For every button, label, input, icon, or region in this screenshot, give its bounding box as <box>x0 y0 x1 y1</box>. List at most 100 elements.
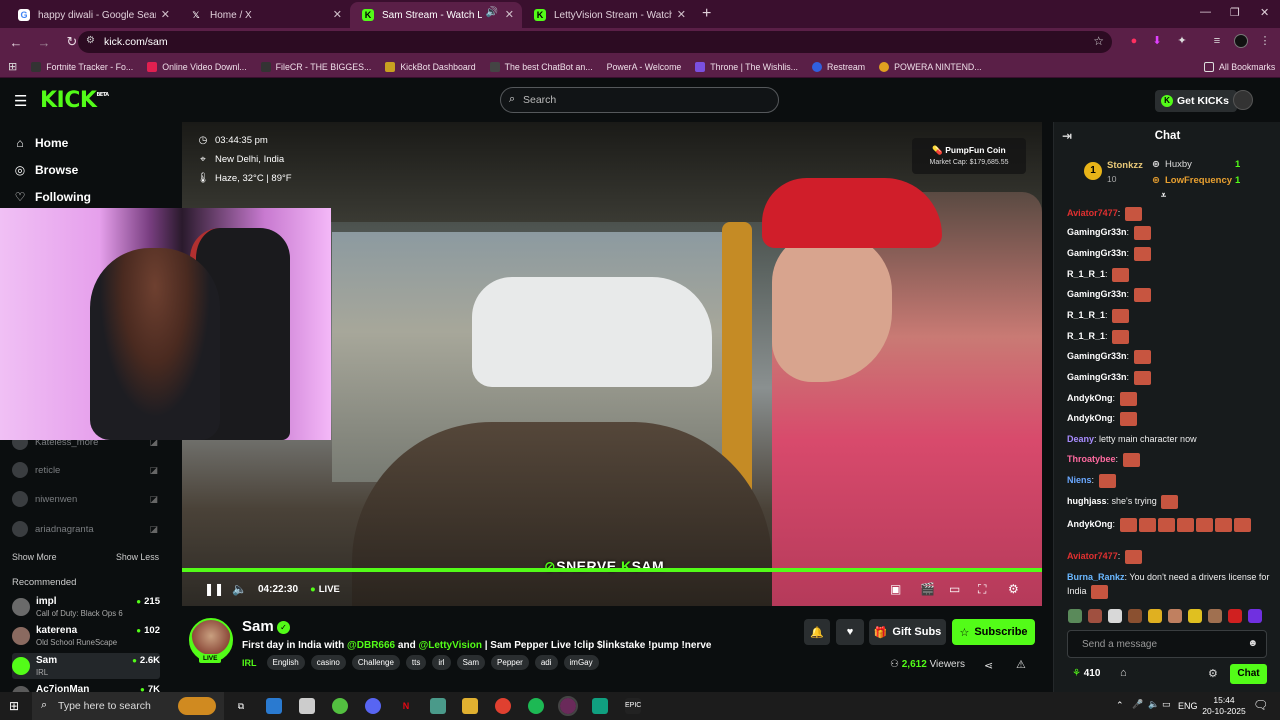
windows-start-icon[interactable]: ⊞ <box>9 699 19 713</box>
chat-emote[interactable] <box>1091 584 1109 599</box>
chrome-profile-icon[interactable] <box>558 696 578 716</box>
chat-username[interactable]: GamingGr33n <box>1067 351 1127 361</box>
chat-emote[interactable] <box>1133 246 1151 261</box>
emote-button[interactable] <box>1228 609 1242 623</box>
live-indicator[interactable]: ● LIVE <box>310 584 340 595</box>
chat-settings-icon[interactable]: ⚙ <box>1208 667 1218 680</box>
emote-button[interactable] <box>1128 609 1142 623</box>
chat-username[interactable]: GamingGr33n <box>1067 248 1127 258</box>
discord-icon[interactable] <box>365 698 381 714</box>
speaker-icon[interactable]: 🔈 <box>1148 699 1159 710</box>
emote-button[interactable] <box>1068 609 1082 623</box>
bookmark-item[interactable]: Online Video Downl... <box>147 61 247 72</box>
forward-icon[interactable]: → <box>32 35 56 50</box>
emoji-icon[interactable]: ☻ <box>1247 638 1258 649</box>
follow-heart-button[interactable]: ♥ <box>836 619 864 645</box>
profile-icon[interactable] <box>1234 34 1248 48</box>
search-input[interactable]: ⌕ Search <box>500 87 779 113</box>
chat-username[interactable]: Niens <box>1067 475 1092 485</box>
task-view-icon[interactable]: ⧉ <box>233 698 249 714</box>
close-tab-icon[interactable]: ✕ <box>505 8 514 21</box>
following-channel[interactable]: niwenwen ◪ <box>12 489 162 509</box>
app-icon[interactable] <box>430 698 446 714</box>
close-window-icon[interactable]: ✕ <box>1260 6 1269 19</box>
following-channel[interactable]: reticle ◪ <box>12 460 162 480</box>
tag-chip[interactable]: Challenge <box>351 655 400 670</box>
bookmark-star-icon[interactable]: ☆ <box>1093 34 1104 48</box>
restore-icon[interactable]: ❐ <box>1230 6 1240 19</box>
kebab-menu-icon[interactable]: ⋮ <box>1258 34 1272 48</box>
chat-emote[interactable] <box>1176 517 1194 532</box>
show-less-button[interactable]: Show Less <box>116 552 159 562</box>
chevron-up-icon[interactable]: ⌃ <box>1116 700 1124 711</box>
show-more-button[interactable]: Show More <box>12 552 57 562</box>
fullscreen-icon[interactable]: ⛶ <box>978 582 986 597</box>
chat-username[interactable]: Deany <box>1067 434 1094 444</box>
emote-button[interactable] <box>1148 609 1162 623</box>
leader-name[interactable]: LowFrequency <box>1165 175 1232 186</box>
chat-username[interactable]: GamingGr33n <box>1067 227 1127 237</box>
bookmark-item[interactable]: Fortnite Tracker - Fo... <box>31 61 133 72</box>
recommended-channel[interactable]: katerena Old School RuneScape ● 102 <box>12 623 160 649</box>
browser-tab-lettyvision[interactable]: K LettyVision Stream - Watch Liv ✕ <box>522 2 694 28</box>
chat-emote[interactable] <box>1124 549 1142 564</box>
browser-tab-x[interactable]: 𝕏 Home / X ✕ <box>178 2 350 28</box>
chat-emote[interactable] <box>1112 308 1130 323</box>
chat-input[interactable]: Send a message ☻ <box>1067 630 1267 658</box>
chat-username[interactable]: R_1_R_1 <box>1067 331 1105 341</box>
language-indicator[interactable]: ENG <box>1178 701 1198 711</box>
chat-emote[interactable] <box>1124 206 1142 221</box>
leader-name[interactable]: Huxby <box>1165 159 1192 170</box>
back-icon[interactable]: ← <box>4 35 28 50</box>
hamburger-menu-icon[interactable]: ☰ <box>14 92 27 110</box>
notifications-icon[interactable]: 🗨 <box>1253 698 1268 712</box>
chat-emote[interactable] <box>1119 391 1137 406</box>
address-bar[interactable]: ⚙ kick.com/sam ☆ <box>78 31 1112 53</box>
app-icon[interactable] <box>592 698 608 714</box>
chat-emote[interactable] <box>1157 517 1175 532</box>
chat-username[interactable]: Burna_Rankz <box>1067 572 1125 582</box>
bookmark-item[interactable]: POWERA NINTEND... <box>879 61 982 72</box>
bookmark-item[interactable]: FileCR - THE BIGGES... <box>260 61 371 72</box>
notification-bell-button[interactable]: 🔔 <box>804 619 830 645</box>
bookmark-item[interactable]: Restream <box>811 61 865 72</box>
emote-button[interactable] <box>1248 609 1262 623</box>
extensions-puzzle-icon[interactable]: ✦ <box>1175 34 1189 48</box>
share-icon[interactable]: ⋖ <box>984 659 993 672</box>
clock[interactable]: 15:44 20-10-2025 <box>1196 695 1252 717</box>
following-channel[interactable]: ariadnagranta ◪ <box>12 519 162 539</box>
chat-emote[interactable] <box>1161 494 1179 509</box>
pause-icon[interactable]: ❚❚ <box>204 582 224 596</box>
close-tab-icon[interactable]: ✕ <box>161 8 170 21</box>
network-icon[interactable]: ▭ <box>1162 699 1171 710</box>
settings-gear-icon[interactable]: ⚙ <box>1008 582 1019 596</box>
chat-emote[interactable] <box>1214 517 1232 532</box>
tag-chip[interactable]: casino <box>310 655 346 670</box>
report-warning-icon[interactable]: ⚠ <box>1016 658 1026 671</box>
emote-button[interactable] <box>1088 609 1102 623</box>
category-link[interactable]: IRL <box>242 658 257 668</box>
speaker-icon[interactable]: 🔊 <box>486 7 498 18</box>
chat-emote[interactable] <box>1112 329 1130 344</box>
store-icon[interactable]: ⌂ <box>1120 667 1127 679</box>
leader-name[interactable]: Stonkzz <box>1107 160 1143 171</box>
extension-icon[interactable]: ⬇ <box>1150 34 1164 48</box>
volume-icon[interactable]: 🔈 <box>232 582 247 596</box>
chat-emote[interactable] <box>1233 517 1251 532</box>
tag-chip[interactable]: adi <box>534 655 558 670</box>
new-tab-button[interactable]: + <box>702 5 711 23</box>
recommended-channel[interactable]: Sam IRL ● 2.6K <box>12 653 160 679</box>
chat-username[interactable]: hughjass <box>1067 496 1107 506</box>
app-icon[interactable] <box>332 698 348 714</box>
browser-tab-google[interactable]: G happy diwali - Google Search ✕ <box>6 2 178 28</box>
apps-grid-icon[interactable]: ⊞ <box>8 60 17 73</box>
close-tab-icon[interactable]: ✕ <box>333 8 342 21</box>
recommended-channel[interactable]: impl Call of Duty: Black Ops 6 ● 215 <box>12 594 160 620</box>
epic-games-icon[interactable]: EPIC <box>625 698 641 714</box>
theater-mode-icon[interactable]: ▭ <box>949 582 960 596</box>
tag-chip[interactable]: Sam <box>456 655 486 670</box>
clip-icon[interactable]: 🎬 <box>920 582 935 596</box>
extension-icon[interactable]: ● <box>1127 34 1141 48</box>
app-icon[interactable] <box>266 698 282 714</box>
chat-emote[interactable] <box>1138 517 1156 532</box>
